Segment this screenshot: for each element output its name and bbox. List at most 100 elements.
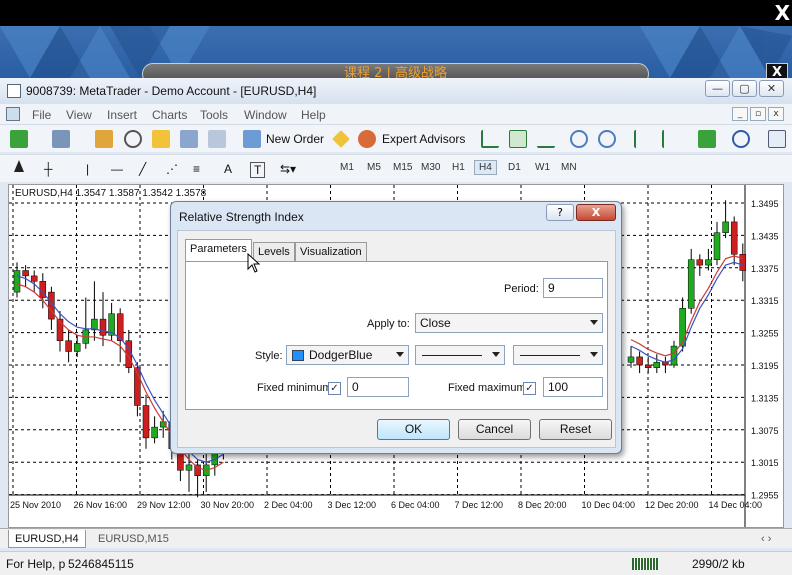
cancel-button[interactable]: Cancel: [458, 419, 531, 440]
new-chart-icon[interactable]: [10, 130, 28, 148]
timeframe-m30[interactable]: M30: [421, 162, 440, 173]
timeframe-w1[interactable]: W1: [535, 162, 550, 173]
fixed-maximum-input[interactable]: 100: [543, 377, 603, 397]
bear-candle: [636, 356, 643, 366]
menu-insert[interactable]: Insert: [107, 108, 137, 122]
timeframe-h4[interactable]: H4: [474, 160, 497, 175]
fibonacci-icon[interactable]: ≡: [193, 162, 200, 176]
channel-icon[interactable]: ⋰: [166, 162, 178, 176]
ok-button[interactable]: OK: [377, 419, 450, 440]
chart-shift-icon[interactable]: [662, 130, 680, 148]
line-width-select[interactable]: [513, 345, 603, 365]
parameters-panel: Period: 9 Apply to: Close Style: DodgerB…: [185, 261, 608, 410]
navigator-icon[interactable]: [124, 130, 142, 148]
zoom-in-icon[interactable]: [570, 130, 588, 148]
bull-candle: [185, 464, 193, 471]
bull-candle: [713, 232, 721, 260]
menu-charts[interactable]: Charts: [152, 108, 187, 122]
price-tick-label: 1.3255: [751, 329, 779, 339]
history-center-icon[interactable]: [208, 130, 226, 148]
periods-clock-icon[interactable]: [732, 130, 750, 148]
vertical-line-icon[interactable]: |: [86, 162, 89, 176]
bar-chart-icon[interactable]: [481, 130, 499, 148]
dialog-close-button[interactable]: X: [576, 204, 616, 221]
menu-window[interactable]: Window: [244, 108, 287, 122]
reset-button[interactable]: Reset: [539, 419, 612, 440]
expert-advisors-icon[interactable]: [358, 130, 376, 148]
time-tick-label: 8 Dec 20:00: [518, 500, 567, 510]
tab-visualization[interactable]: Visualization: [295, 242, 367, 261]
candlesticks-icon[interactable]: [509, 130, 527, 148]
mdi-restore-button[interactable]: ▫: [750, 107, 766, 121]
line-chart-icon[interactable]: [537, 130, 555, 148]
indicators-icon[interactable]: [698, 130, 716, 148]
price-tick-label: 1.3075: [751, 426, 779, 436]
fixed-minimum-label: Fixed minimum: [257, 382, 332, 394]
standard-toolbar: New Order Expert Advisors: [0, 124, 792, 152]
price-tick-label: 1.3195: [751, 361, 779, 371]
crosshair-icon[interactable]: ┼: [44, 162, 53, 176]
metaeditor-icon[interactable]: [332, 130, 350, 148]
bear-candle: [99, 318, 107, 336]
screen: X 课程 2 | 高级战略 X 9008739: MetaTrader - De…: [0, 0, 792, 575]
maximize-button[interactable]: ▢: [732, 80, 757, 97]
price-tick-label: 1.3435: [751, 231, 779, 241]
menu-file[interactable]: File: [32, 108, 51, 122]
text-label-tool[interactable]: T: [250, 162, 266, 178]
bear-candle: [730, 221, 738, 255]
chart-menu-icon[interactable]: [6, 107, 20, 121]
style-color-select[interactable]: DodgerBlue: [286, 345, 409, 365]
tab-scroll-arrows[interactable]: ‹ ›: [755, 530, 777, 548]
fixed-minimum-checkbox[interactable]: ✓: [328, 382, 341, 395]
timeframe-m5[interactable]: M5: [367, 162, 381, 173]
bear-candle: [30, 275, 38, 282]
chart-tab-eurusd-h4[interactable]: EURUSD,H4: [8, 530, 86, 548]
dialog-help-button[interactable]: ?: [546, 204, 574, 221]
time-tick-label: 2 Dec 04:00: [264, 500, 313, 510]
arrows-icon[interactable]: ⇆▾: [280, 162, 296, 176]
mouse-cursor-icon: [247, 253, 261, 273]
new-order-icon[interactable]: [243, 130, 261, 148]
period-label: Period:: [504, 283, 539, 295]
fixed-minimum-input[interactable]: 0: [347, 377, 409, 397]
bull-candle: [627, 356, 635, 363]
minimize-button[interactable]: —: [705, 80, 730, 97]
fixed-maximum-checkbox[interactable]: ✓: [523, 382, 536, 395]
chart-tab-eurusd-m15[interactable]: EURUSD,M15: [92, 530, 175, 548]
tab-parameters[interactable]: Parameters: [185, 239, 252, 262]
drawing-toolbar: ┼ | — ╱ ⋰ ≡ A T ⇆▾ M1 M5 M15 M30 H1 H4 D…: [0, 154, 792, 182]
bull-candle: [679, 308, 686, 347]
terminal-icon[interactable]: [152, 130, 170, 148]
mdi-close-button[interactable]: x: [768, 107, 784, 121]
time-tick-label: 14 Dec 04:00: [709, 500, 763, 510]
trendline-icon[interactable]: ╱: [139, 162, 146, 176]
chart-tabs: EURUSD,H4 EURUSD,M15 ‹ ›: [0, 528, 792, 548]
zoom-out-icon[interactable]: [598, 130, 616, 148]
text-tool[interactable]: A: [224, 162, 232, 176]
auto-scroll-icon[interactable]: [634, 130, 652, 148]
overlay-close-button[interactable]: X: [775, 1, 790, 25]
strategy-tester-icon[interactable]: [180, 130, 198, 148]
market-watch-icon[interactable]: [95, 130, 113, 148]
menu-tools[interactable]: Tools: [200, 108, 228, 122]
timeframe-mn[interactable]: MN: [561, 162, 577, 173]
templates-icon[interactable]: [768, 130, 786, 148]
status-id: 5246845115: [68, 557, 134, 571]
line-style-select[interactable]: [415, 345, 505, 365]
close-window-button[interactable]: ✕: [759, 80, 784, 97]
horizontal-line-icon[interactable]: —: [111, 162, 123, 176]
expert-advisors-button[interactable]: Expert Advisors: [382, 132, 465, 146]
timeframe-h1[interactable]: H1: [452, 162, 465, 173]
timeframe-m1[interactable]: M1: [340, 162, 354, 173]
timeframe-d1[interactable]: D1: [508, 162, 521, 173]
menu-view[interactable]: View: [66, 108, 92, 122]
menu-help[interactable]: Help: [301, 108, 326, 122]
timeframe-m15[interactable]: M15: [393, 162, 412, 173]
mdi-minimize-button[interactable]: _: [732, 107, 748, 121]
new-order-button[interactable]: New Order: [266, 132, 324, 146]
apply-to-select[interactable]: Close: [415, 313, 603, 333]
period-input[interactable]: 9: [543, 278, 603, 298]
cursor-icon[interactable]: [14, 160, 24, 172]
profiles-icon[interactable]: [52, 130, 70, 148]
line-width-sample: [520, 355, 580, 356]
